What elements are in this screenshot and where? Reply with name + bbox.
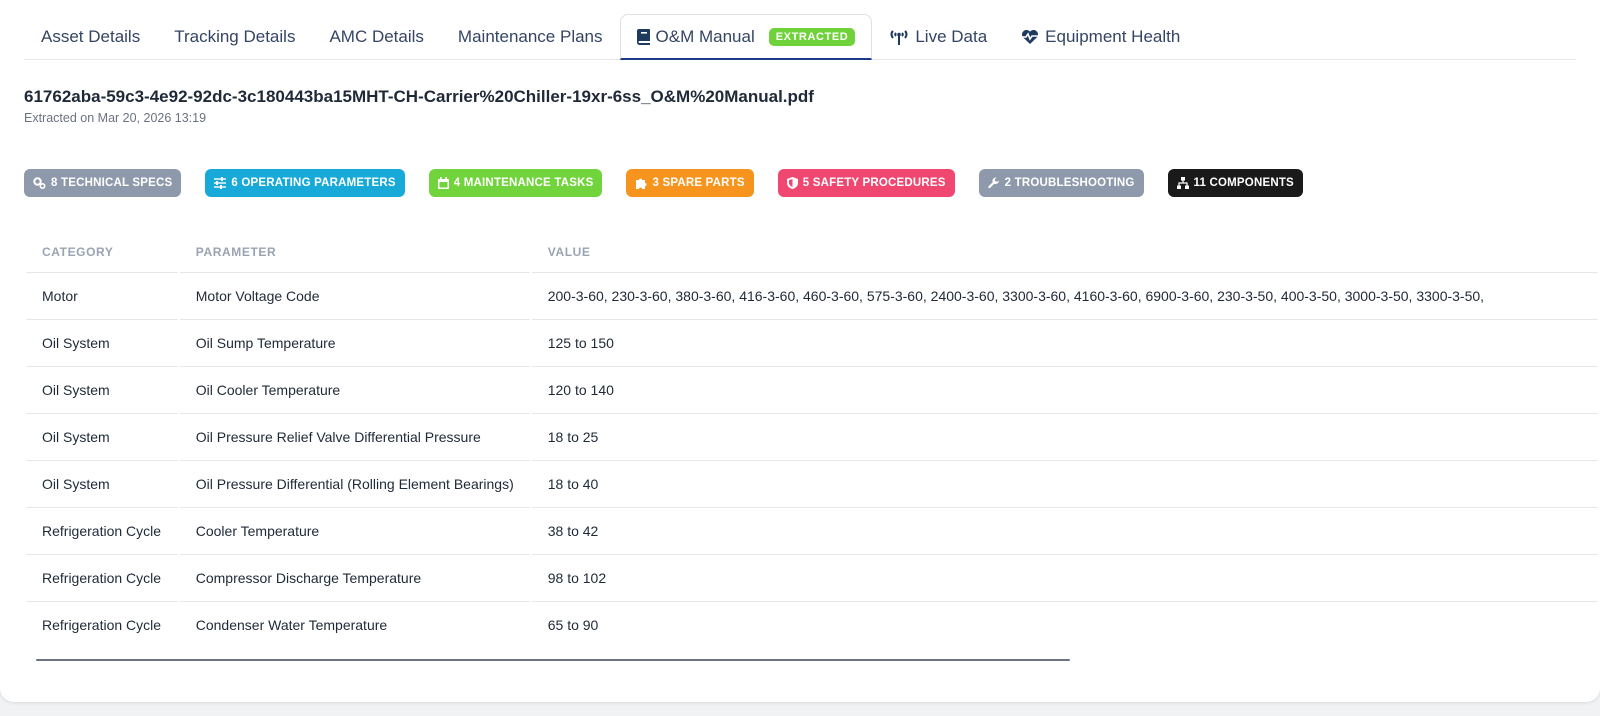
- chip-troubleshooting[interactable]: 2 TROUBLESHOOTING: [978, 169, 1144, 197]
- tab-asset-details[interactable]: Asset Details: [24, 14, 157, 59]
- cell-parameter: Oil Sump Temperature: [179, 319, 530, 366]
- sliders-icon: [214, 177, 227, 189]
- chip-label: 2 TROUBLESHOOTING: [1004, 177, 1135, 189]
- tab-label: O&M Manual: [655, 26, 755, 46]
- chip-components[interactable]: 11 COMPONENTS: [1167, 169, 1303, 197]
- sitemap-icon: [1176, 177, 1189, 189]
- cell-category: Oil System: [26, 319, 178, 366]
- table-row: Oil System Oil Cooler Temperature 120 to…: [26, 366, 1598, 413]
- column-header-value: VALUE: [547, 245, 591, 259]
- cell-parameter: Condenser Water Temperature: [179, 601, 530, 648]
- cell-category: Refrigeration Cycle: [26, 554, 178, 601]
- shield-icon: [786, 177, 798, 189]
- cell-parameter: Compressor Discharge Temperature: [179, 554, 530, 601]
- tab-tracking-details[interactable]: Tracking Details: [157, 14, 312, 59]
- tab-label: Asset Details: [41, 26, 141, 46]
- tab-label: AMC Details: [329, 26, 424, 46]
- column-header-parameter: PARAMETER: [195, 245, 277, 259]
- cell-category: Motor: [26, 272, 178, 319]
- table-header-row: CATEGORY PARAMETER VALUE: [26, 232, 1598, 272]
- chip-label: 5 SAFETY PROCEDURES: [802, 177, 946, 189]
- chip-label: 6 OPERATING PARAMETERS: [231, 177, 396, 189]
- table-row: Refrigeration Cycle Condenser Water Temp…: [26, 601, 1598, 648]
- chip-label: 8 TECHNICAL SPECS: [51, 177, 173, 189]
- horizontal-scrollbar[interactable]: [36, 659, 1070, 661]
- heartbeat-icon: [1021, 29, 1039, 45]
- tab-om-manual[interactable]: O&M Manual EXTRACTED: [619, 14, 873, 60]
- summary-chips: 8 TECHNICAL SPECS 6 OPERATING PARAMETERS…: [24, 169, 1327, 197]
- cell-parameter: Oil Pressure Differential (Rolling Eleme…: [179, 460, 530, 507]
- cell-category: Oil System: [26, 413, 178, 460]
- tab-label: Live Data: [915, 26, 988, 46]
- cell-value: 120 to 140: [531, 366, 1598, 413]
- chip-operating-parameters[interactable]: 6 OPERATING PARAMETERS: [205, 169, 405, 197]
- chip-safety-procedures[interactable]: 5 SAFETY PROCEDURES: [777, 169, 955, 197]
- parameters-table-container: CATEGORY PARAMETER VALUE Motor Motor Vol…: [24, 232, 1600, 648]
- puzzle-icon: [635, 177, 647, 189]
- column-header-category: CATEGORY: [42, 245, 114, 259]
- cell-value: 65 to 90: [531, 601, 1598, 648]
- extracted-badge: EXTRACTED: [768, 27, 856, 46]
- cell-value: 18 to 25: [531, 413, 1598, 460]
- tab-live-data[interactable]: Live Data: [872, 14, 1004, 59]
- cell-parameter: Oil Pressure Relief Valve Differential P…: [179, 413, 530, 460]
- tab-label: Maintenance Plans: [457, 26, 603, 46]
- wrench-icon: [987, 177, 1000, 189]
- extraction-timestamp: Extracted on Mar 20, 2026 13:19: [24, 111, 207, 125]
- tab-label: Equipment Health: [1045, 26, 1181, 46]
- table-row: Oil System Oil Pressure Differential (Ro…: [26, 460, 1598, 507]
- table-row: Motor Motor Voltage Code 200-3-60, 230-3…: [26, 272, 1598, 319]
- cell-value: 98 to 102: [531, 554, 1598, 601]
- cell-value: 125 to 150: [531, 319, 1598, 366]
- cell-category: Refrigeration Cycle: [26, 601, 178, 648]
- chip-maintenance-tasks[interactable]: 4 MAINTENANCE TASKS: [428, 169, 603, 197]
- parameters-table: CATEGORY PARAMETER VALUE Motor Motor Vol…: [24, 232, 1600, 648]
- cell-value: 18 to 40: [531, 460, 1598, 507]
- cell-parameter: Cooler Temperature: [179, 507, 530, 554]
- tab-label: Tracking Details: [174, 26, 296, 46]
- cell-value: 38 to 42: [531, 507, 1598, 554]
- broadcast-icon: [889, 29, 909, 45]
- cell-parameter: Oil Cooler Temperature: [179, 366, 530, 413]
- cell-value: 200-3-60, 230-3-60, 380-3-60, 416-3-60, …: [531, 272, 1598, 319]
- cogs-icon: [33, 177, 46, 189]
- cell-category: Refrigeration Cycle: [26, 507, 178, 554]
- chip-spare-parts[interactable]: 3 SPARE PARTS: [626, 169, 754, 197]
- manual-card: Asset Details Tracking Details AMC Detai…: [0, 0, 1600, 702]
- document-filename: 61762aba-59c3-4e92-92dc-3c180443ba15MHT-…: [24, 87, 814, 106]
- table-row: Refrigeration Cycle Cooler Temperature 3…: [26, 507, 1598, 554]
- tab-amc-details[interactable]: AMC Details: [312, 14, 440, 59]
- chip-label: 3 SPARE PARTS: [652, 177, 745, 189]
- chip-label: 11 COMPONENTS: [1193, 177, 1294, 189]
- calendar-icon: [437, 177, 449, 189]
- table-row: Refrigeration Cycle Compressor Discharge…: [26, 554, 1598, 601]
- chip-technical-specs[interactable]: 8 TECHNICAL SPECS: [24, 169, 182, 197]
- table-row: Oil System Oil Sump Temperature 125 to 1…: [26, 319, 1598, 366]
- cell-category: Oil System: [26, 366, 178, 413]
- book-icon: [636, 28, 650, 45]
- cell-parameter: Motor Voltage Code: [179, 272, 530, 319]
- tab-bar: Asset Details Tracking Details AMC Detai…: [24, 14, 1576, 60]
- chip-label: 4 MAINTENANCE TASKS: [453, 177, 594, 189]
- tab-maintenance-plans[interactable]: Maintenance Plans: [441, 14, 620, 59]
- tab-equipment-health[interactable]: Equipment Health: [1004, 14, 1197, 59]
- table-row: Oil System Oil Pressure Relief Valve Dif…: [26, 413, 1598, 460]
- cell-category: Oil System: [26, 460, 178, 507]
